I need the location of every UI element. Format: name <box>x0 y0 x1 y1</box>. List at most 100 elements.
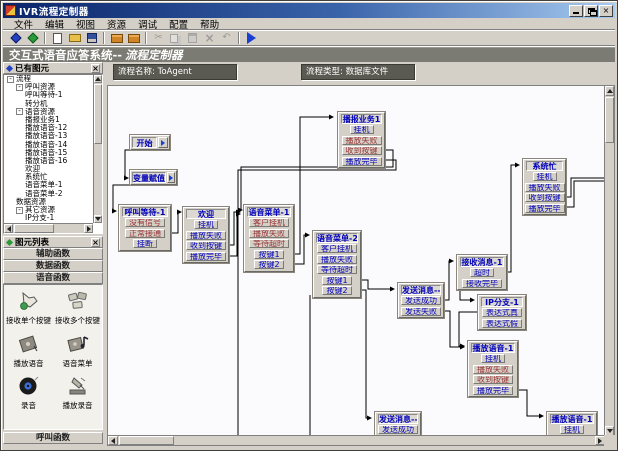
node-exit-row[interactable]: 等待超时 <box>245 238 293 249</box>
node-exit-row[interactable]: 播放失败 <box>184 230 228 241</box>
flow-node-sys-busy[interactable]: 系统忙挂机播放失败收到按键播放完毕 <box>523 159 566 215</box>
scroll-up-icon[interactable] <box>605 86 614 96</box>
node-exit-row[interactable]: 客户挂机 <box>314 243 360 254</box>
node-exit-row[interactable]: 客户挂机 <box>245 217 293 228</box>
scroll-down-icon[interactable] <box>94 215 102 223</box>
tree-expander-icon[interactable]: - <box>16 84 23 91</box>
node-exit-row[interactable]: 表达式真 <box>479 307 525 318</box>
flow-canvas[interactable]: 开始变量赋值呼叫等待-1没有信号正常接通挂断欢迎挂机播放失败收到按键播放完毕语音… <box>107 85 606 437</box>
node-exit-row[interactable]: 播放失败 <box>469 364 517 375</box>
minimize-button[interactable] <box>569 5 583 17</box>
flow-node-broadcast-1[interactable]: 播报业务1挂机播放失败收到按键播放完毕 <box>338 112 385 168</box>
node-exit-row[interactable]: 收到按键 <box>469 374 517 385</box>
node-exit-row[interactable]: 接收完毕 <box>458 278 506 289</box>
menu-config[interactable]: 配置 <box>163 17 194 31</box>
tree-item-欢迎[interactable]: 欢迎 <box>4 165 93 173</box>
menu-edit[interactable]: 编辑 <box>39 17 70 31</box>
scroll-right-icon[interactable] <box>84 224 93 233</box>
node-exit-row[interactable]: 收到按键 <box>524 192 565 203</box>
flow-node-play-voice-2[interactable]: 播放语音-1挂机播放失败收到按键播放完毕 <box>547 412 597 437</box>
open-flow-button[interactable] <box>66 32 83 45</box>
node-expand-button[interactable] <box>158 137 168 148</box>
node-exit-row[interactable]: 播放失败 <box>524 182 565 193</box>
tree-hscroll-thumb[interactable] <box>14 224 54 233</box>
close-panel-icon[interactable]: × <box>91 64 100 73</box>
flow-node-voice-menu-1[interactable]: 语音菜单-1客户挂机播放失败等待超时按键1按键2 <box>244 205 294 272</box>
node-exit-row[interactable]: 播放完毕 <box>184 251 228 262</box>
close-button[interactable]: × <box>599 5 613 17</box>
node-expand-button[interactable] <box>167 172 175 183</box>
flow-node-welcome[interactable]: 欢迎挂机播放失败收到按键播放完毕 <box>183 207 229 263</box>
flow-node-send-msg-1[interactable]: 发送消息--发送成功发送失败 <box>398 283 444 318</box>
receive-single-key-tool[interactable]: 接收单个按键 <box>4 287 53 330</box>
node-exit-row[interactable]: 挂机 <box>469 353 517 364</box>
node-exit-row[interactable]: 按键1 <box>314 275 360 286</box>
canvas-vertical-scrollbar[interactable] <box>604 85 615 437</box>
voice-functions-button[interactable]: 语音函数 <box>3 272 103 284</box>
node-exit-row[interactable]: 播放失败 <box>245 228 293 239</box>
node-exit-row[interactable]: 按键2 <box>314 285 360 296</box>
flow-node-play-voice-1[interactable]: 播放语音-1挂机播放失败收到按键播放完毕 <box>468 341 518 397</box>
export-flow-button[interactable] <box>125 32 142 45</box>
record-tool[interactable]: 录音 <box>4 372 53 415</box>
node-exit-row[interactable]: 发送成功 <box>376 424 420 435</box>
menu-help[interactable]: 帮助 <box>194 17 225 31</box>
new-flow-button[interactable] <box>49 32 66 45</box>
node-exit-row[interactable]: 挂机 <box>339 124 384 135</box>
tree-item-播放语音-16[interactable]: 播放语音-16 <box>4 157 93 165</box>
tree-expander-icon[interactable]: - <box>16 207 23 214</box>
flow-node-send-msg-2[interactable]: 发送消息--发送成功发送失败 <box>375 412 421 437</box>
flow-node-start[interactable]: 开始 <box>130 135 170 150</box>
node-exit-row[interactable]: 播放完毕 <box>524 203 565 214</box>
play-voice-tool[interactable]: 播放语音 <box>4 330 53 373</box>
node-exit-row[interactable]: 正常接通 <box>120 228 170 239</box>
menu-debug[interactable]: 调试 <box>132 17 163 31</box>
save-flow-button[interactable] <box>83 32 100 45</box>
play-recording-tool[interactable]: 播放录音 <box>53 372 102 415</box>
node-exit-row[interactable]: 收到按键 <box>339 145 384 156</box>
node-exit-row[interactable]: 超时 <box>458 267 506 278</box>
flow-node-call-wait-1[interactable]: 呼叫等待-1没有信号正常接通挂断 <box>119 205 171 251</box>
scroll-left-icon[interactable] <box>108 436 118 445</box>
node-exit-row[interactable]: 收到按键 <box>184 240 228 251</box>
node-exit-row[interactable]: 按键1 <box>245 249 293 260</box>
node-exit-row[interactable]: 播放失败 <box>339 135 384 146</box>
run-debug-button[interactable] <box>243 32 260 45</box>
tree-item-IP分支-1[interactable]: IP分支-1 <box>4 214 93 222</box>
node-exit-row[interactable]: 挂机 <box>524 171 565 182</box>
data-functions-button[interactable]: 数据函数 <box>3 260 103 272</box>
canvas-hscroll-thumb[interactable] <box>119 436 174 445</box>
menu-resource[interactable]: 资源 <box>101 17 132 31</box>
flow-node-var-assign[interactable]: 变量赋值 <box>130 170 177 185</box>
menu-view[interactable]: 视图 <box>70 17 101 31</box>
show-element-list-button[interactable] <box>24 32 41 45</box>
tree-expander-icon[interactable]: - <box>16 108 23 115</box>
aux-functions-button[interactable]: 辅助函数 <box>3 248 103 260</box>
flow-node-ip-branch-1[interactable]: IP分支-1表达式真表达式假 <box>478 295 526 330</box>
canvas-vscroll-thumb[interactable] <box>605 97 614 143</box>
flow-node-voice-menu-2[interactable]: 语音菜单-2客户挂机播放失败等待超时按键1按键2 <box>313 231 361 298</box>
tree-vertical-scrollbar[interactable] <box>93 75 102 223</box>
node-exit-row[interactable]: 挂机 <box>184 219 228 230</box>
node-exit-row[interactable]: 播放完毕 <box>339 156 384 167</box>
scroll-left-icon[interactable] <box>4 224 13 233</box>
node-exit-row[interactable]: 按键2 <box>245 259 293 270</box>
node-exit-row[interactable]: 播放完毕 <box>469 385 517 396</box>
element-list-header[interactable]: 图元列表 × <box>3 236 103 248</box>
canvas-horizontal-scrollbar[interactable] <box>107 435 606 446</box>
node-exit-row[interactable]: 没有信号 <box>120 217 170 228</box>
scroll-up-icon[interactable] <box>94 75 102 83</box>
tree-expander-icon[interactable]: - <box>7 76 14 83</box>
node-exit-row[interactable]: 表达式假 <box>479 318 525 329</box>
restore-button[interactable] <box>584 5 598 17</box>
receive-multi-key-tool[interactable]: 接收多个按键 <box>53 287 102 330</box>
call-functions-button[interactable]: 呼叫函数 <box>3 432 103 444</box>
menu-file[interactable]: 文件 <box>8 17 39 31</box>
voice-menu-tool[interactable]: 语音菜单 <box>53 330 102 373</box>
node-exit-row[interactable]: 发送失败 <box>399 306 443 317</box>
existing-elements-header[interactable]: 已有图元 × <box>3 62 103 74</box>
flow-node-recv-msg-1[interactable]: 接收消息-1超时接收完毕 <box>457 255 507 290</box>
tree-horizontal-scrollbar[interactable] <box>4 223 93 233</box>
close-panel-icon[interactable]: × <box>91 238 100 247</box>
node-exit-row[interactable]: 等待超时 <box>314 264 360 275</box>
